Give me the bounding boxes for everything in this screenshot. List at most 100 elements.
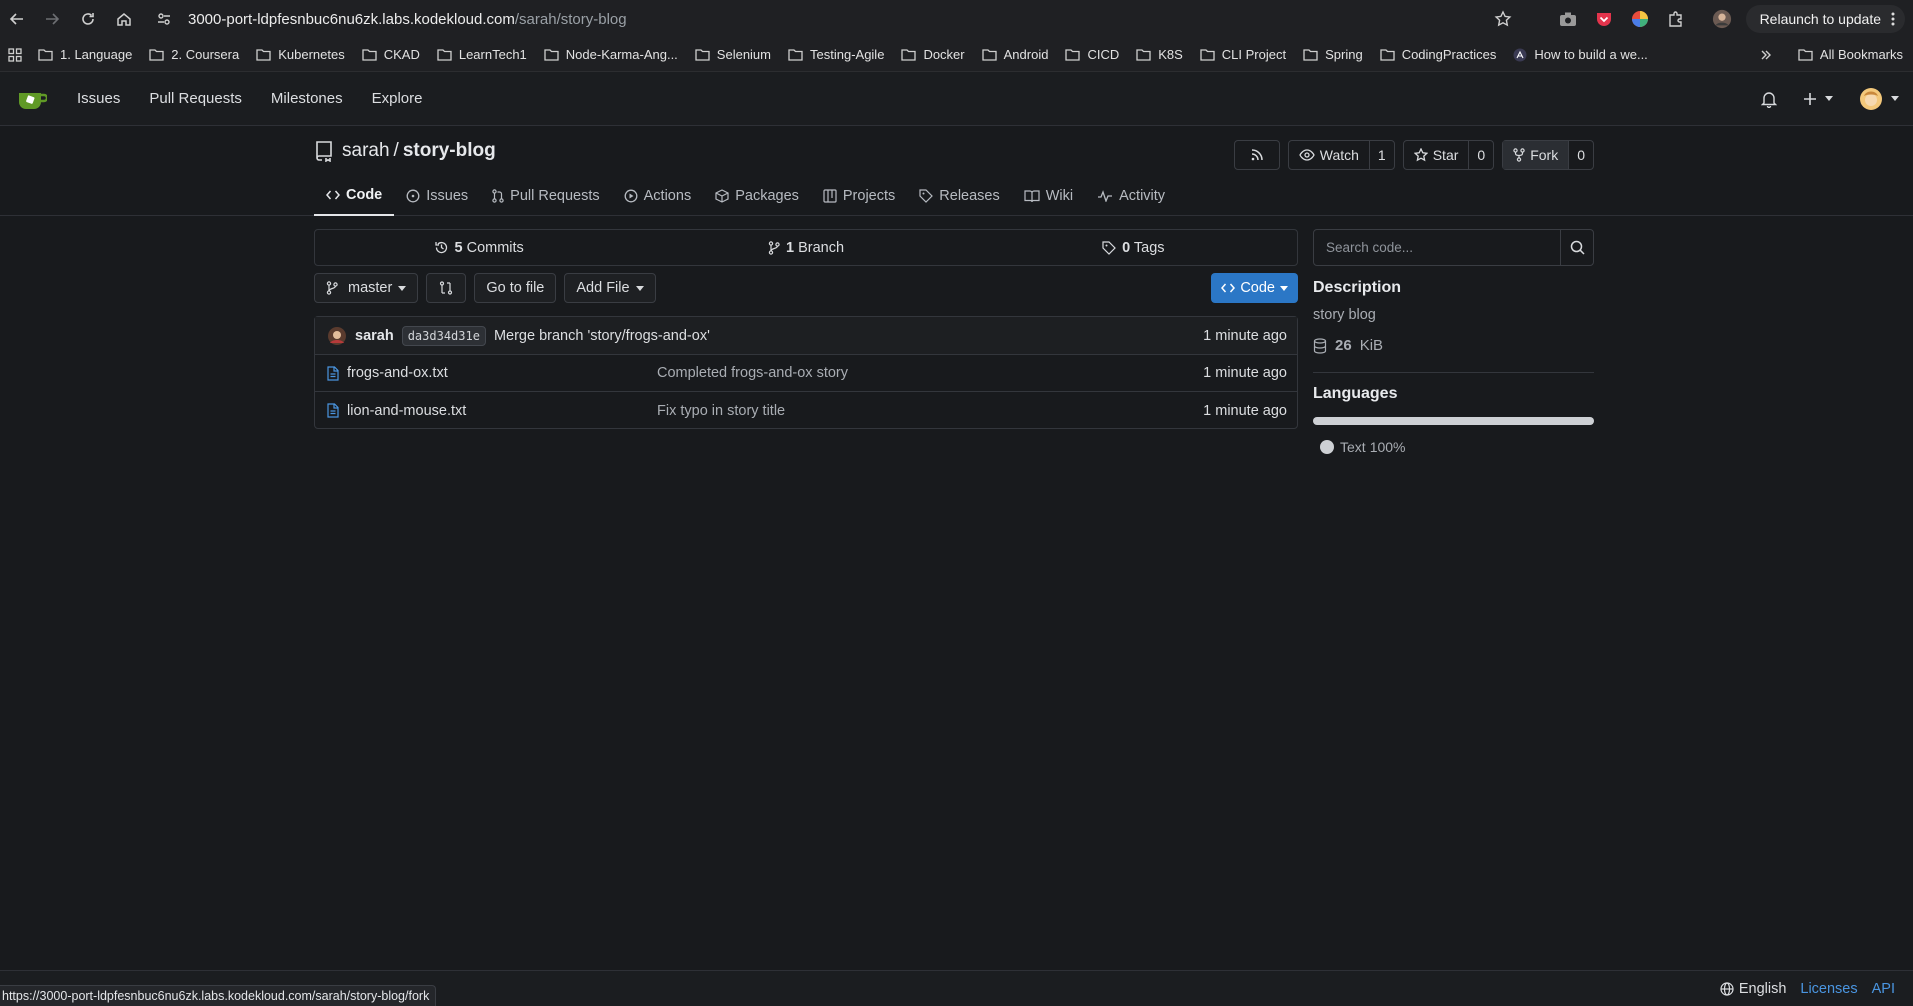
bookmark-item[interactable]: CKAD [362, 47, 420, 62]
clone-code-button[interactable]: Code [1211, 273, 1298, 303]
bookmark-label: Kubernetes [278, 47, 345, 62]
profile-avatar-icon[interactable] [1712, 9, 1732, 29]
bookmark-item[interactable]: Docker [901, 47, 965, 62]
api-link[interactable]: API [1872, 981, 1895, 997]
user-menu-dropdown[interactable] [1859, 87, 1899, 111]
bookmark-item[interactable]: Android [981, 47, 1048, 62]
all-bookmarks-label: All Bookmarks [1819, 47, 1903, 62]
bookmark-item[interactable]: How to build a we... [1513, 47, 1648, 62]
tab-code[interactable]: Code [314, 176, 395, 216]
notifications-bell-icon[interactable] [1761, 90, 1777, 108]
bookmark-star-icon[interactable] [1494, 10, 1512, 28]
search-button[interactable] [1560, 230, 1593, 265]
bookmark-item[interactable]: CLI Project [1200, 47, 1286, 62]
folder-icon [1200, 48, 1215, 61]
nav-pull-requests-link[interactable]: Pull Requests [149, 90, 242, 107]
language-selector[interactable]: English [1720, 981, 1787, 997]
compare-button[interactable] [426, 273, 467, 303]
watch-count[interactable]: 1 [1368, 141, 1394, 169]
all-bookmarks-button[interactable]: All Bookmarks [1798, 47, 1903, 62]
bookmark-item[interactable]: CodingPractices [1380, 47, 1497, 62]
rss-feed-button[interactable] [1233, 140, 1280, 170]
pocket-extension-icon[interactable] [1594, 9, 1614, 29]
bookmark-item[interactable]: Testing-Agile [788, 47, 884, 62]
file-name-link[interactable]: frogs-and-ox.txt [347, 365, 448, 381]
branch-count: 1 [785, 239, 795, 256]
bookmark-item[interactable]: Node-Karma-Ang... [544, 47, 678, 62]
reload-icon[interactable] [77, 8, 99, 30]
folder-icon [1303, 48, 1318, 61]
folder-icon [788, 48, 803, 61]
tab-pull-requests-label: Pull Requests [510, 188, 600, 204]
tab-actions[interactable]: Actions [612, 176, 704, 216]
bookmark-item[interactable]: Selenium [695, 47, 771, 62]
commit-author-avatar[interactable] [327, 326, 347, 346]
bookmark-item[interactable]: Spring [1303, 47, 1363, 62]
language-color-dot [1320, 440, 1334, 454]
home-icon[interactable] [113, 8, 135, 30]
commit-sha-link[interactable]: da3d34d31e [401, 325, 486, 346]
nav-explore-link[interactable]: Explore [372, 90, 423, 107]
tab-packages[interactable]: Packages [703, 176, 811, 216]
bookmark-label: CodingPractices [1401, 47, 1497, 62]
language-label: English [1738, 981, 1787, 997]
language-legend-item[interactable]: Text 100% [1320, 439, 1594, 455]
file-icon [327, 403, 339, 418]
tab-activity[interactable]: Activity [1085, 176, 1177, 216]
fork-count[interactable]: 0 [1568, 141, 1593, 169]
go-to-file-button[interactable]: Go to file [474, 273, 557, 303]
tab-releases[interactable]: Releases [907, 176, 1011, 216]
repo-name-link[interactable]: story-blog [403, 140, 496, 162]
eye-icon [1299, 149, 1315, 161]
back-arrow-icon[interactable] [6, 8, 28, 30]
code-brackets-icon [1221, 283, 1236, 293]
branch-selector[interactable]: master [314, 273, 419, 303]
commits-link[interactable]: 5 Commits [315, 230, 642, 265]
extensions-puzzle-icon[interactable] [1666, 9, 1686, 29]
folder-icon [256, 48, 271, 61]
language-percent: 100% [1369, 439, 1406, 455]
tags-link[interactable]: 0 Tags [970, 230, 1297, 265]
folder-icon [1798, 48, 1813, 61]
licenses-link[interactable]: Licenses [1800, 981, 1857, 997]
star-count[interactable]: 0 [1468, 141, 1493, 169]
file-name-link[interactable]: lion-and-mouse.txt [347, 403, 466, 419]
commit-author-link[interactable]: sarah [355, 328, 394, 344]
color-wheel-extension-icon[interactable] [1630, 9, 1650, 29]
code-search-input[interactable] [1314, 230, 1560, 265]
more-bookmarks-chevron-icon[interactable] [1759, 48, 1773, 62]
tab-projects[interactable]: Projects [811, 176, 907, 216]
bookmark-item[interactable]: Kubernetes [256, 47, 345, 62]
watch-button[interactable]: Watch [1289, 141, 1369, 169]
address-bar[interactable]: 3000-port-ldpfesnbuc6nu6zk.labs.kodeklou… [152, 5, 1512, 33]
tab-pull-requests[interactable]: Pull Requests [480, 176, 611, 216]
fork-button[interactable]: Fork [1503, 141, 1569, 169]
create-new-dropdown[interactable] [1803, 92, 1833, 106]
camera-extension-icon[interactable] [1558, 9, 1578, 29]
nav-issues-link[interactable]: Issues [77, 90, 120, 107]
add-file-dropdown[interactable]: Add File [564, 273, 656, 303]
bookmark-item[interactable]: CICD [1065, 47, 1119, 62]
file-commit-message-link[interactable]: Fix typo in story title [657, 403, 1203, 419]
file-commit-message-link[interactable]: Completed frogs-and-ox story [657, 365, 1203, 381]
apps-grid-icon[interactable] [8, 47, 22, 62]
site-info-icon[interactable] [156, 11, 172, 27]
bookmark-label: Testing-Agile [810, 47, 885, 62]
bookmark-item[interactable]: LearnTech1 [437, 47, 527, 62]
star-button[interactable]: Star [1404, 141, 1469, 169]
tab-issues[interactable]: Issues [394, 176, 480, 216]
commit-message-link[interactable]: Merge branch 'story/frogs-and-ox' [494, 328, 710, 344]
folder-icon [38, 48, 53, 61]
fork-label: Fork [1530, 147, 1559, 163]
repo-owner-link[interactable]: sarah [342, 140, 390, 162]
bookmark-item[interactable]: 1. Language [38, 47, 132, 62]
bookmark-item[interactable]: 2. Coursera [149, 47, 239, 62]
gitea-logo-icon[interactable] [17, 88, 47, 110]
forward-arrow-icon[interactable] [41, 8, 63, 30]
bookmark-item[interactable]: K8S [1136, 47, 1183, 62]
nav-milestones-link[interactable]: Milestones [271, 90, 343, 107]
tab-wiki[interactable]: Wiki [1012, 176, 1085, 216]
bookmark-list: 1. Language 2. Coursera Kubernetes CKAD Lear… [38, 47, 1665, 62]
relaunch-button[interactable]: Relaunch to update [1745, 5, 1905, 33]
branches-link[interactable]: 1 Branch [642, 230, 969, 265]
